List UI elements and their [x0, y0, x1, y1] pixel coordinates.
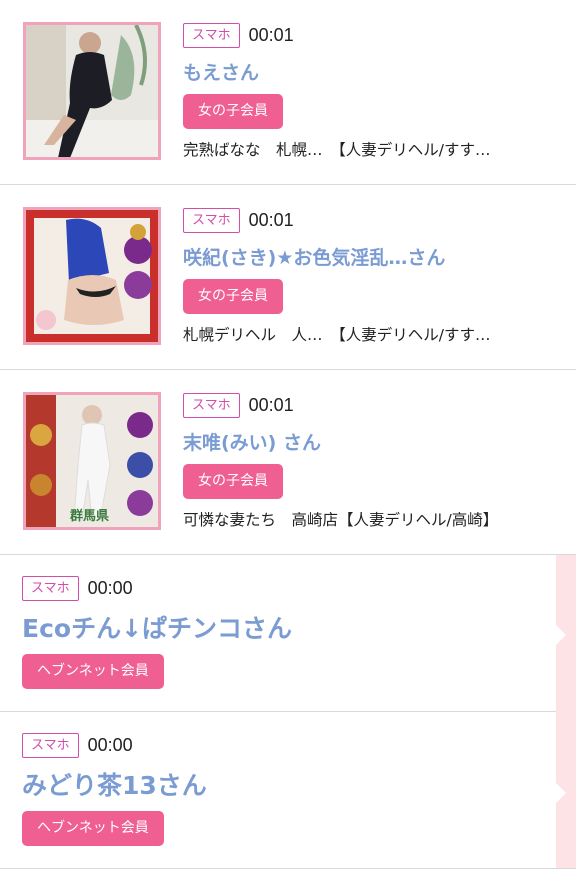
shop-name: 完熟ばなな 札幌… — [183, 141, 323, 159]
profile-photo-image — [26, 25, 158, 157]
message-item[interactable]: スマホ 00:00 みどり茶13さん ヘブンネット会員 — [0, 712, 576, 869]
shop-info: 完熟ばなな 札幌… 【人妻デリヘル/すす… — [183, 138, 564, 160]
message-meta: スマホ 00:01 — [183, 392, 564, 419]
shop-info: 札幌デリヘル 人… 【人妻デリヘル/すす… — [183, 323, 564, 345]
timestamp: 00:01 — [248, 25, 294, 45]
shop-category: 【人妻デリヘル/すす… — [338, 141, 491, 159]
timestamp: 00:00 — [87, 578, 133, 598]
message-meta: スマホ 00:01 — [183, 22, 564, 49]
shop-category: 【人妻デリヘル/すす… — [338, 326, 491, 344]
message-info: スマホ 00:01 末唯(みい) さん 女の子会員 可憐な妻たち 高崎店【人妻デ… — [183, 392, 564, 530]
strip-notch-icon — [556, 625, 566, 645]
profile-photo-image — [26, 210, 158, 342]
timestamp: 00:00 — [87, 735, 133, 755]
timestamp: 00:01 — [248, 210, 294, 230]
profile-photo[interactable] — [23, 207, 161, 345]
message-info: スマホ 00:00 みどり茶13さん ヘブンネット会員 — [22, 732, 564, 846]
message-info: スマホ 00:00 Ecoチん↓ぱチンコさん ヘブンネット会員 — [22, 575, 564, 689]
side-highlight-strip — [556, 555, 576, 868]
message-item[interactable]: スマホ 00:01 もえさん 女の子会員 完熟ばなな 札幌… 【人妻デリヘル/す… — [0, 0, 576, 185]
member-badge: 女の子会員 — [183, 94, 283, 129]
profile-photo[interactable] — [23, 22, 161, 160]
message-item[interactable]: 群馬県 スマホ 00:01 末唯(みい) さん 女の子会員 可憐な妻たち 高崎店… — [0, 370, 576, 555]
device-badge: スマホ — [183, 393, 240, 418]
shop-name: 札幌デリヘル 人… — [183, 326, 323, 344]
sender-name-link[interactable]: Ecoチん↓ぱチンコさん — [22, 609, 564, 645]
message-item[interactable]: スマホ 00:01 咲紀(さき)★お色気淫乱…さん 女の子会員 札幌デリヘル 人… — [0, 185, 576, 370]
member-badge: 女の子会員 — [183, 464, 283, 499]
strip-notch-icon — [556, 783, 566, 803]
sender-name-link[interactable]: みどり茶13さん — [22, 766, 564, 802]
profile-photo-image: 群馬県 — [26, 395, 158, 527]
device-badge: スマホ — [183, 208, 240, 233]
shop-info: 可憐な妻たち 高崎店【人妻デリヘル/高崎】 — [183, 508, 564, 530]
device-badge: スマホ — [22, 733, 79, 758]
timestamp: 00:01 — [248, 395, 294, 415]
member-badge: ヘブンネット会員 — [22, 654, 164, 689]
sender-name-link[interactable]: 末唯(みい) さん — [183, 428, 564, 455]
message-info: スマホ 00:01 もえさん 女の子会員 完熟ばなな 札幌… 【人妻デリヘル/す… — [183, 22, 564, 160]
message-list: スマホ 00:01 もえさん 女の子会員 完熟ばなな 札幌… 【人妻デリヘル/す… — [0, 0, 576, 869]
profile-photo[interactable]: 群馬県 — [23, 392, 161, 530]
shop-category: 【人妻デリヘル/高崎】 — [338, 511, 499, 529]
device-badge: スマホ — [22, 576, 79, 601]
device-badge: スマホ — [183, 23, 240, 48]
message-meta: スマホ 00:00 — [22, 732, 564, 759]
sender-name-link[interactable]: もえさん — [183, 58, 564, 85]
thumb-overlay-text: 群馬県 — [70, 508, 109, 524]
message-info: スマホ 00:01 咲紀(さき)★お色気淫乱…さん 女の子会員 札幌デリヘル 人… — [183, 207, 564, 345]
message-item[interactable]: スマホ 00:00 Ecoチん↓ぱチンコさん ヘブンネット会員 — [0, 555, 576, 712]
member-badge: ヘブンネット会員 — [22, 811, 164, 846]
member-badge: 女の子会員 — [183, 279, 283, 314]
shop-name: 可憐な妻たち 高崎店 — [183, 511, 339, 529]
message-meta: スマホ 00:01 — [183, 207, 564, 234]
message-meta: スマホ 00:00 — [22, 575, 564, 602]
sender-name-link[interactable]: 咲紀(さき)★お色気淫乱…さん — [183, 243, 564, 270]
